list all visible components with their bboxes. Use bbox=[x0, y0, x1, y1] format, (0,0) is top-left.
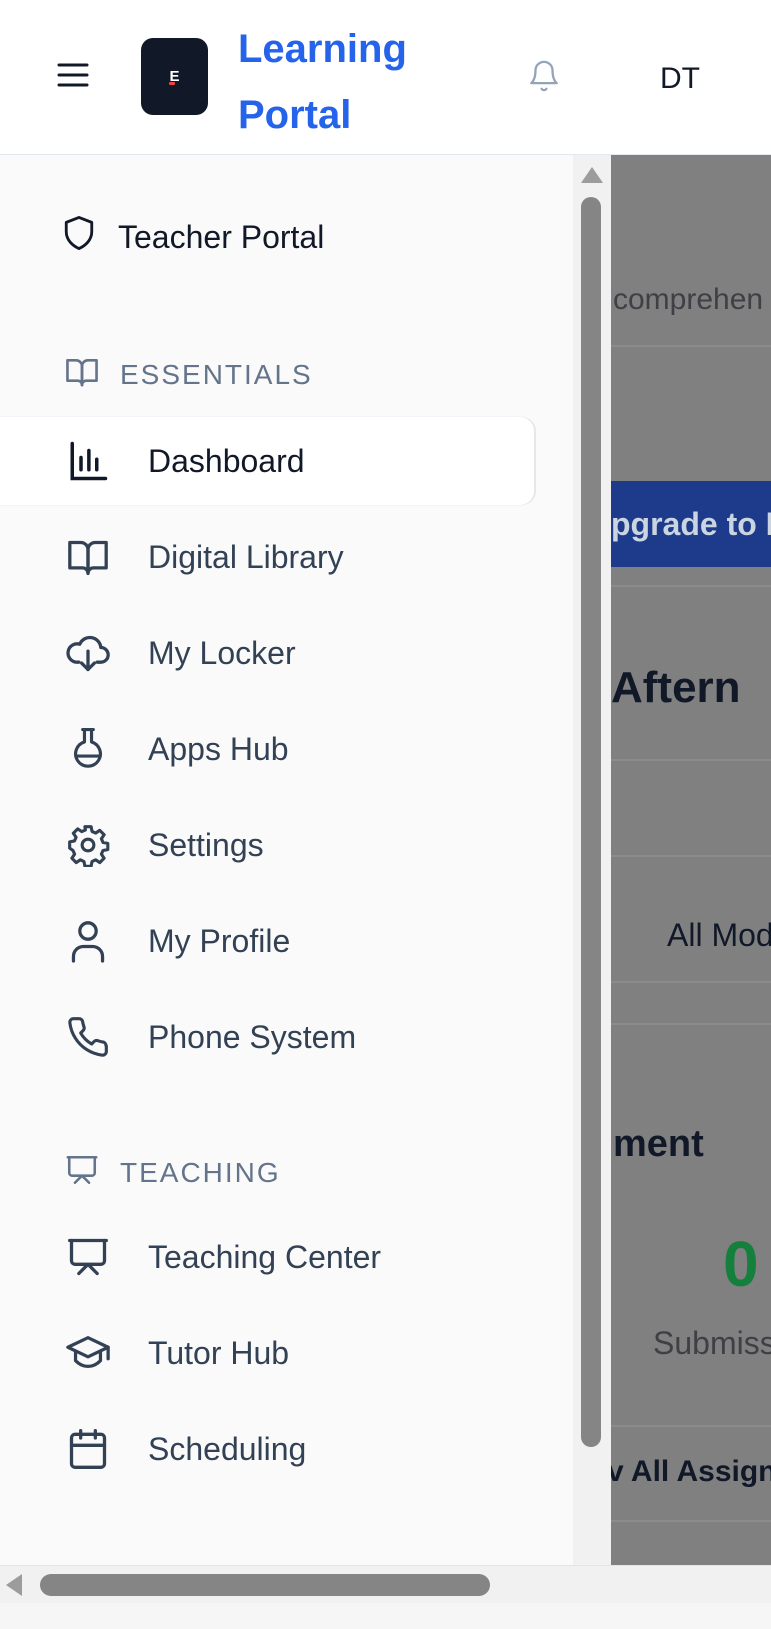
sidebar-item-tutor-hub[interactable]: Tutor Hub bbox=[64, 1313, 534, 1393]
bg-snippet: comprehen bbox=[613, 283, 764, 316]
book-open-icon bbox=[64, 533, 112, 581]
sidebar-item-label: My Profile bbox=[148, 922, 291, 959]
brand-title[interactable]: Learning Portal bbox=[238, 16, 478, 148]
bg-section-title: ment bbox=[613, 1123, 704, 1165]
bg-divider bbox=[611, 981, 771, 983]
presentation-icon bbox=[64, 1233, 112, 1281]
bg-view-all-link: v All Assign bbox=[611, 1455, 771, 1488]
sidebar-item-label: Phone System bbox=[148, 1018, 357, 1055]
bg-divider bbox=[611, 1520, 771, 1522]
book-open-icon bbox=[64, 356, 100, 395]
sidebar-item-label: Dashboard bbox=[148, 442, 305, 479]
scroll-left-arrow-icon[interactable] bbox=[6, 1574, 22, 1596]
section-teaching: TEACHING bbox=[64, 1153, 281, 1193]
background-page-overlay: comprehen pgrade to I Aftern All Mod men… bbox=[611, 155, 771, 1565]
app-logo[interactable]: E bbox=[141, 38, 208, 115]
hamburger-menu-icon[interactable] bbox=[52, 54, 94, 96]
sidebar-item-my-profile[interactable]: My Profile bbox=[64, 901, 534, 981]
sidebar-item-label: Settings bbox=[148, 826, 264, 863]
shield-icon bbox=[62, 214, 96, 260]
scroll-up-arrow-icon[interactable] bbox=[581, 167, 603, 183]
sidebar-item-label: Apps Hub bbox=[148, 730, 289, 767]
sidebar-item-label: Tutor Hub bbox=[148, 1334, 290, 1371]
sidebar-item-settings[interactable]: Settings bbox=[64, 805, 534, 885]
sidebar-item-phone-system[interactable]: Phone System bbox=[64, 997, 534, 1077]
section-teaching-label: TEACHING bbox=[120, 1157, 281, 1188]
bg-divider bbox=[611, 1425, 771, 1427]
bg-divider bbox=[611, 1023, 771, 1025]
scrollbar-thumb[interactable] bbox=[581, 197, 601, 1447]
bg-filter: All Mod bbox=[667, 917, 771, 953]
sidebar-item-label: Teaching Center bbox=[148, 1238, 382, 1275]
sidebar-item-digital-library[interactable]: Digital Library bbox=[64, 517, 534, 597]
sidebar-item-dashboard[interactable]: Dashboard bbox=[0, 417, 534, 505]
sidebar-item-label: My Locker bbox=[148, 634, 296, 671]
horizontal-scrollbar[interactable] bbox=[0, 1565, 771, 1603]
cloud-download-icon bbox=[64, 629, 112, 677]
sidebar-vertical-scrollbar[interactable] bbox=[573, 155, 611, 1565]
sidebar-item-apps-hub[interactable]: Apps Hub bbox=[64, 709, 534, 789]
notification-bell-icon[interactable] bbox=[524, 56, 564, 96]
sidebar-item-label: Digital Library bbox=[148, 538, 344, 575]
gear-icon bbox=[64, 821, 112, 869]
user-avatar[interactable]: DT bbox=[640, 54, 720, 104]
bg-stat-value: 0 bbox=[723, 1228, 759, 1300]
top-header: E Learning Portal DT bbox=[0, 0, 771, 155]
portal-title-text: Teacher Portal bbox=[118, 218, 325, 255]
bg-divider bbox=[611, 345, 771, 347]
portal-title[interactable]: Teacher Portal bbox=[62, 214, 325, 260]
sidebar-item-scheduling[interactable]: Scheduling bbox=[64, 1409, 534, 1489]
bg-upgrade-text: pgrade to I bbox=[611, 505, 771, 542]
sidebar-drawer: Teacher Portal ESSENTIALS Dashboard Digi… bbox=[0, 155, 573, 1565]
sidebar-item-label: Scheduling bbox=[148, 1430, 307, 1467]
presentation-icon bbox=[64, 1153, 100, 1194]
flask-icon bbox=[64, 725, 112, 773]
sidebar-item-my-locker[interactable]: My Locker bbox=[64, 613, 534, 693]
bg-divider bbox=[611, 759, 771, 761]
phone-icon bbox=[64, 1013, 112, 1061]
brand-line-2: Portal bbox=[238, 93, 352, 137]
bg-divider bbox=[611, 855, 771, 857]
horizontal-scrollbar-thumb[interactable] bbox=[40, 1574, 490, 1596]
section-essentials: ESSENTIALS bbox=[64, 355, 313, 395]
bg-greeting: Aftern bbox=[611, 663, 741, 712]
section-essentials-label: ESSENTIALS bbox=[120, 359, 313, 390]
graduation-cap-icon bbox=[64, 1329, 112, 1377]
bar-chart-icon bbox=[64, 437, 112, 485]
user-icon bbox=[64, 917, 112, 965]
calendar-icon bbox=[64, 1425, 112, 1473]
bg-stat-label: Submiss bbox=[653, 1325, 771, 1361]
bg-upgrade-banner: pgrade to I bbox=[611, 481, 771, 567]
bottom-edge bbox=[0, 1603, 771, 1629]
bg-divider bbox=[611, 585, 771, 587]
sidebar-item-teaching-center[interactable]: Teaching Center bbox=[64, 1217, 534, 1297]
brand-line-1: Learning bbox=[238, 27, 407, 71]
logo-accent bbox=[169, 82, 175, 85]
